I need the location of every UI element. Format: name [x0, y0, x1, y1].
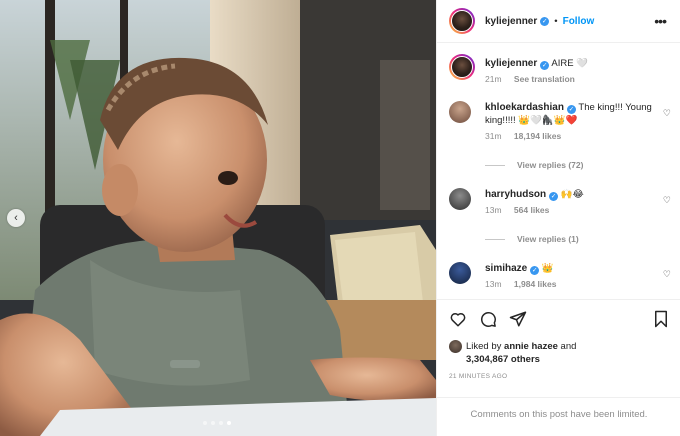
- post-side-panel: kyliejenner ✓ • Follow ••• kyliejenner ✓ …: [436, 0, 680, 436]
- share-send-icon[interactable]: [509, 310, 527, 328]
- comment-likes[interactable]: 564 likes: [514, 205, 549, 215]
- liked-by-avatar[interactable]: [449, 340, 462, 353]
- author-avatar[interactable]: [449, 8, 475, 34]
- follow-button[interactable]: Follow: [563, 16, 595, 27]
- post-timestamp: 21 MINUTES AGO: [449, 373, 508, 380]
- verified-badge-icon: ✓: [540, 16, 550, 26]
- liked-by-prefix: Liked by: [466, 341, 505, 352]
- comments-list[interactable]: kyliejenner ✓ AIRE 🤍 21m See translation …: [437, 44, 680, 299]
- caption-time: 21m: [485, 74, 502, 84]
- carousel-dot: [203, 421, 207, 425]
- caption-avatar[interactable]: [449, 54, 475, 80]
- see-translation-link[interactable]: See translation: [514, 74, 575, 84]
- header-separator: •: [554, 15, 558, 27]
- more-options-icon[interactable]: •••: [654, 13, 667, 29]
- liked-by-connector: and: [557, 341, 577, 352]
- like-comment-heart-icon[interactable]: ♡: [663, 195, 671, 206]
- carousel-indicator: [203, 421, 231, 425]
- commenter-avatar[interactable]: [449, 101, 471, 123]
- save-bookmark-icon[interactable]: [653, 310, 669, 328]
- author-username[interactable]: kyliejenner: [485, 16, 537, 27]
- carousel-dot: [211, 421, 215, 425]
- photo-illustration: [0, 0, 436, 436]
- commenter-avatar[interactable]: [449, 262, 471, 284]
- likes-count[interactable]: 3,304,867 others: [466, 354, 540, 365]
- like-comment-heart-icon[interactable]: ♡: [663, 269, 671, 280]
- liked-by: Liked by annie hazee and 3,304,867 other…: [449, 340, 576, 366]
- comment-time: 31m: [485, 131, 502, 141]
- verified-badge-icon: ✓: [540, 61, 550, 70]
- previous-photo-button[interactable]: ‹: [7, 209, 25, 227]
- comment-item: khloekardashian ✓ The king!!! Young king!…: [449, 101, 671, 141]
- post-photo[interactable]: ‹: [0, 0, 436, 436]
- comment-username[interactable]: harryhudson: [485, 189, 546, 200]
- post-header: kyliejenner ✓ • Follow •••: [437, 0, 680, 43]
- commenter-avatar[interactable]: [449, 188, 471, 210]
- comment-bubble-icon[interactable]: [479, 310, 497, 328]
- caption-username[interactable]: kyliejenner: [485, 58, 537, 69]
- instagram-post-modal: ‹ kyliejenner ✓ • Follow ••• kyliejenner…: [0, 0, 680, 436]
- comment-time: 13m: [485, 205, 502, 215]
- post-actions: Liked by annie hazee and 3,304,867 other…: [437, 299, 680, 430]
- comment-username[interactable]: khloekardashian: [485, 102, 564, 113]
- comment-text: 👑: [541, 263, 554, 274]
- view-replies-button[interactable]: View replies (1): [485, 234, 579, 244]
- comment-likes[interactable]: 18,194 likes: [514, 131, 561, 141]
- verified-badge-icon: ✓: [549, 192, 559, 201]
- comment-item: simihaze ✓ 👑 13m 1,984 likes ♡: [449, 262, 671, 289]
- comment-username[interactable]: simihaze: [485, 263, 527, 274]
- view-replies-button[interactable]: View replies (72): [485, 160, 583, 170]
- like-heart-icon[interactable]: [449, 310, 467, 328]
- caption-text: AIRE 🤍: [551, 58, 589, 69]
- comment-item: harryhudson ✓ 🙌😂 13m 564 likes ♡: [449, 188, 671, 215]
- comment-time: 13m: [485, 279, 502, 289]
- comment-likes[interactable]: 1,984 likes: [514, 279, 557, 289]
- chevron-left-icon: ‹: [14, 212, 18, 224]
- comment-text: 🙌😂: [560, 189, 584, 200]
- like-comment-heart-icon[interactable]: ♡: [663, 108, 671, 119]
- liked-by-user[interactable]: annie hazee: [504, 341, 558, 352]
- verified-badge-icon: ✓: [530, 266, 540, 275]
- carousel-dot: [219, 421, 223, 425]
- carousel-dot: [227, 421, 231, 425]
- caption: kyliejenner ✓ AIRE 🤍 21m See translation: [449, 54, 671, 84]
- comments-limited-notice: Comments on this post have been limited.: [437, 397, 680, 431]
- verified-badge-icon: ✓: [566, 105, 576, 114]
